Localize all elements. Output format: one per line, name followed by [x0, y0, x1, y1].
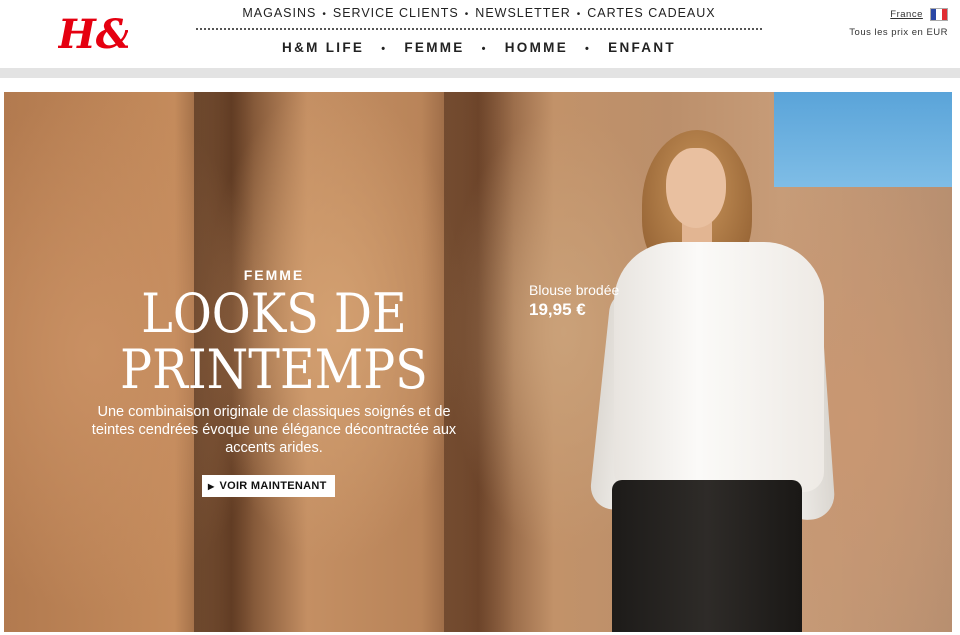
shop-now-button[interactable]: ▶ VOIR MAINTENANT	[202, 475, 335, 497]
nav-separator: •	[464, 9, 470, 20]
nav-separator: •	[481, 43, 488, 55]
currency-note: Tous les prix en EUR	[849, 27, 948, 38]
model-face	[666, 148, 726, 228]
country-link[interactable]: France	[890, 9, 923, 20]
nav-hm-life[interactable]: H&M LIFE	[282, 40, 364, 55]
france-flag-icon[interactable]	[930, 8, 948, 21]
nav-enfant[interactable]: ENFANT	[608, 40, 676, 55]
nav-separator: •	[576, 9, 582, 20]
arrow-right-icon: ▶	[208, 482, 215, 491]
nav-magasins[interactable]: MAGASINS	[242, 6, 316, 20]
site-header: H&M MAGASINS • SERVICE CLIENTS • NEWSLETTER •…	[0, 0, 960, 68]
nav-cartes-cadeaux[interactable]: CARTES CADEAUX	[587, 6, 715, 20]
locale-selector: France Tous les prix en EUR	[849, 8, 948, 38]
header-divider-bar	[0, 68, 960, 78]
nav-separator: •	[322, 9, 327, 20]
model-blouse	[614, 242, 824, 492]
nav-femme[interactable]: FEMME	[404, 40, 464, 55]
promo-headline-line2: PRINTEMPS	[120, 338, 428, 401]
nav-separator: •	[585, 43, 592, 55]
shop-now-label: VOIR MAINTENANT	[219, 480, 327, 492]
promo-category: FEMME	[243, 267, 305, 283]
nav-newsletter[interactable]: NEWSLETTER	[475, 6, 570, 20]
promo-description: Une combinaison originale de classiques …	[91, 404, 457, 456]
nav-service-clients[interactable]: SERVICE CLIENTS	[333, 6, 459, 20]
svg-text:H&M: H&M	[58, 11, 128, 56]
nav-divider	[196, 28, 762, 30]
hm-logo[interactable]: H&M	[58, 6, 128, 56]
nav-separator: •	[381, 43, 388, 55]
product-name: Blouse brodée	[529, 282, 620, 298]
promo-text-block: FEMME LOOKS DE PRINTEMPS Une combinaison…	[74, 267, 474, 457]
hero-banner[interactable]: Blouse brodée 19,95 € FEMME LOOKS DE PRI…	[4, 92, 952, 632]
promo-headline-line1: LOOKS DE	[141, 282, 407, 345]
product-price: 19,95 €	[529, 300, 586, 319]
hm-logo-icon: H&M	[58, 11, 128, 56]
product-caption[interactable]: Blouse brodée 19,95 €	[529, 282, 619, 320]
top-navigation: MAGASINS • SERVICE CLIENTS • NEWSLETTER • CART…	[196, 6, 762, 28]
nav-homme[interactable]: HOMME	[505, 40, 568, 55]
main-navigation: H&M LIFE • FEMME • HOMME • ENFANT	[196, 40, 762, 62]
model-image	[588, 130, 839, 632]
model-pants	[612, 480, 802, 632]
